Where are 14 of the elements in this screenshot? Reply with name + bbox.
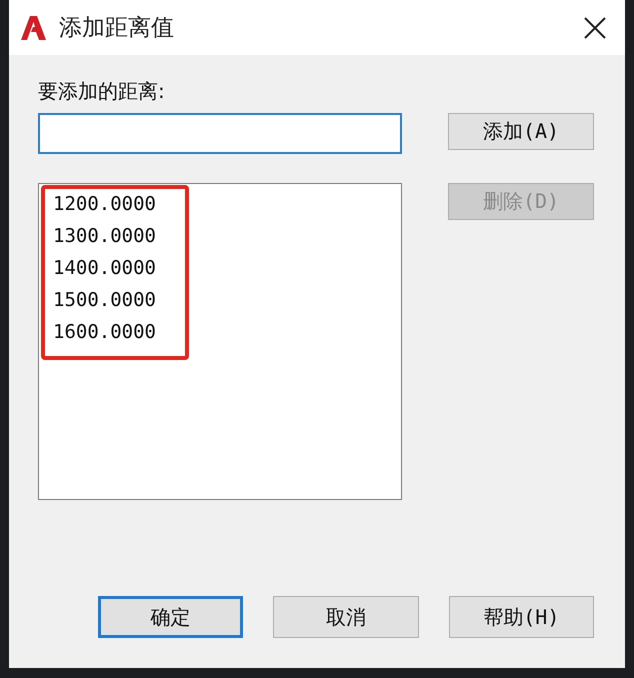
dialog-button[interactable]: 帮助(H)	[448, 596, 594, 638]
list-item[interactable]: 1400.0000	[53, 252, 156, 284]
list-item[interactable]: 1200.0000	[53, 188, 156, 220]
field-label: 要添加的距离:	[38, 78, 166, 105]
distance-input[interactable]	[38, 113, 402, 154]
window-title: 添加距离值	[59, 14, 175, 43]
list-item[interactable]: 1600.0000	[53, 316, 156, 348]
app-logo-icon	[19, 14, 47, 42]
distance-list[interactable]: 1200.0000 1300.0000 1400.0000 1500.0000 1600.0000	[38, 183, 402, 500]
default-button[interactable]: 确定	[98, 596, 244, 638]
dialog-button[interactable]: 取消	[273, 596, 419, 638]
list-item[interactable]: 1500.0000	[53, 284, 156, 316]
side-button[interactable]: 添加(A)	[448, 113, 594, 150]
list-item[interactable]: 1300.0000	[53, 220, 156, 252]
